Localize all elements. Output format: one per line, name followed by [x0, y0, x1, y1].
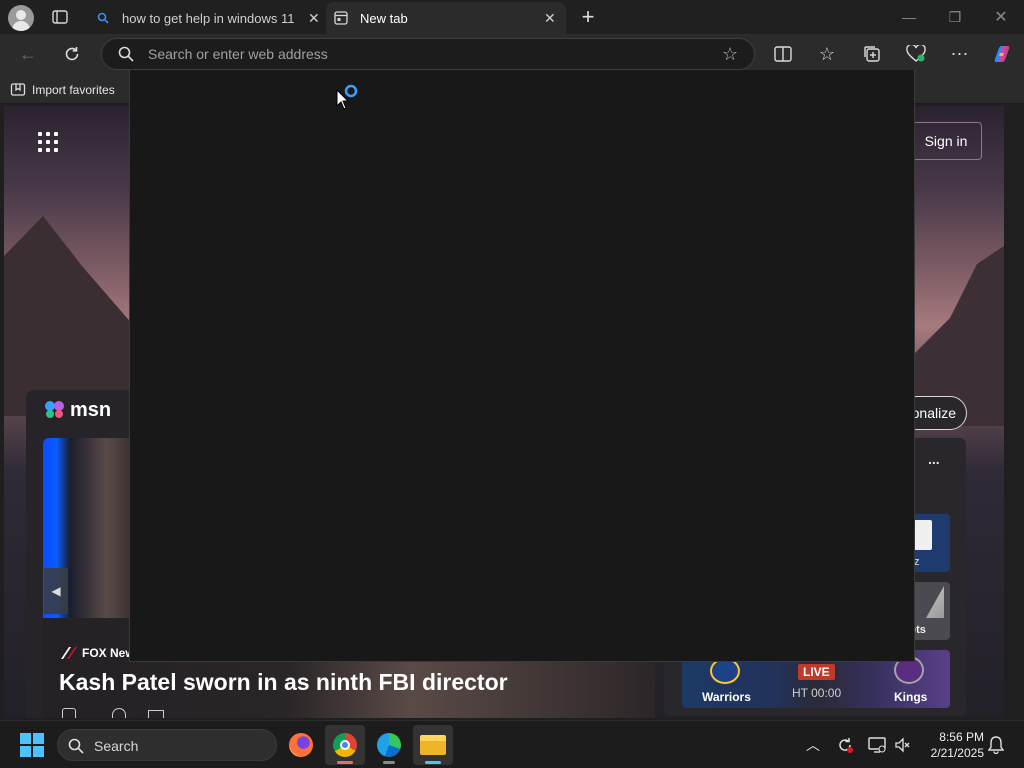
- import-favorites-label: Import favorites: [32, 83, 115, 97]
- msn-logo-text: msn: [70, 398, 112, 421]
- fox-news-logo-icon: [60, 646, 78, 660]
- clock-time: 8:56 PM: [939, 730, 984, 744]
- tab-label: how to get help in windows 11 -: [122, 10, 298, 26]
- comment-icon[interactable]: [112, 708, 126, 718]
- minimize-button[interactable]: —: [886, 0, 932, 34]
- headline-title[interactable]: Kash Patel sworn in as ninth FBI directo…: [59, 669, 508, 696]
- tab-help-windows[interactable]: how to get help in windows 11 - ✕: [86, 2, 324, 34]
- close-window-button[interactable]: ✕: [978, 0, 1024, 34]
- browser-essentials-icon[interactable]: [900, 38, 932, 70]
- taskbar-search-label: Search: [94, 738, 139, 754]
- tab-label: New tab: [360, 10, 408, 26]
- system-clock[interactable]: 8:56 PM 2/21/2025: [918, 729, 984, 761]
- search-icon: [118, 46, 134, 67]
- bing-search-icon: [96, 11, 110, 25]
- import-favorites-button[interactable]: Import favorites: [10, 80, 115, 100]
- favorite-star-icon[interactable]: ☆: [722, 44, 738, 65]
- tab-actions-icon[interactable]: [48, 7, 72, 27]
- address-suggestions-dropdown: [129, 70, 915, 662]
- taskbar-edge[interactable]: [369, 725, 409, 765]
- split-screen-icon[interactable]: [767, 38, 799, 70]
- share-icon[interactable]: [148, 710, 164, 718]
- collections-icon[interactable]: [856, 38, 888, 70]
- windows-taskbar: Search ︿ 8:56 PM 2/21/2025: [0, 720, 1024, 768]
- news-source: FOX New: [60, 646, 135, 660]
- volume-muted-icon[interactable]: [887, 729, 919, 761]
- sign-in-button[interactable]: Sign in: [910, 122, 982, 160]
- firefox-icon: [289, 733, 313, 757]
- close-tab-icon[interactable]: ✕: [544, 10, 556, 27]
- new-tab-plus-icon[interactable]: +: [576, 6, 600, 28]
- news-source-label: FOX New: [82, 646, 135, 660]
- import-favorites-icon: [10, 82, 26, 98]
- msn-butterfly-icon: [44, 399, 66, 421]
- sign-in-label: Sign in: [924, 133, 968, 149]
- back-arrow-icon[interactable]: ←: [12, 38, 44, 70]
- score-tile-1[interactable]: z: [910, 514, 950, 572]
- widget-more-button[interactable]: ...: [928, 451, 940, 467]
- taskbar-firefox[interactable]: [281, 725, 321, 765]
- address-input[interactable]: [148, 44, 708, 64]
- carousel-prev-button[interactable]: ◀: [44, 568, 68, 614]
- show-hidden-icons-chevron-icon[interactable]: ︿: [797, 729, 829, 761]
- new-tab-page-icon: [334, 11, 348, 25]
- sync-status-icon[interactable]: [829, 729, 861, 761]
- notifications-bell-icon[interactable]: [980, 729, 1012, 761]
- live-badge: LIVE: [798, 664, 835, 680]
- team-logo-icon: [914, 520, 932, 550]
- browser-toolbar: ← ☆ ☆ ⋯: [0, 34, 1024, 74]
- team-home-label: Warriors: [702, 690, 751, 704]
- copilot-icon[interactable]: [986, 38, 1018, 70]
- team-away-label: Kings: [894, 690, 928, 704]
- more-options-icon[interactable]: ⋯: [944, 38, 976, 70]
- taskbar-search-box[interactable]: Search: [57, 729, 277, 761]
- tab-new-tab[interactable]: New tab ✕: [326, 2, 566, 34]
- close-tab-icon[interactable]: ✕: [308, 10, 320, 27]
- personalize-label: onalize: [911, 405, 956, 421]
- address-bar[interactable]: ☆: [101, 38, 755, 70]
- msn-logo: msn: [44, 396, 111, 424]
- restore-button[interactable]: ❐: [932, 0, 978, 34]
- profile-avatar[interactable]: [8, 5, 34, 31]
- windows-logo-icon: [20, 733, 31, 744]
- like-icon[interactable]: [62, 708, 76, 718]
- busy-cursor-icon: [336, 84, 362, 110]
- chrome-icon: [333, 733, 357, 757]
- favorites-icon[interactable]: ☆: [811, 38, 843, 70]
- taskbar-chrome[interactable]: [325, 725, 365, 765]
- browser-title-bar: how to get help in windows 11 - ✕ New ta…: [0, 0, 1024, 34]
- edge-icon: [377, 733, 401, 757]
- score-tile-2[interactable]: ets: [910, 582, 950, 640]
- background-mountain-left: [4, 216, 134, 416]
- app-launcher-icon[interactable]: [38, 132, 58, 152]
- search-icon: [68, 738, 84, 759]
- game-time-label: HT 00:00: [792, 686, 842, 700]
- taskbar-file-explorer[interactable]: [413, 725, 453, 765]
- folder-icon: [420, 735, 446, 755]
- clock-date: 2/21/2025: [930, 746, 984, 760]
- team-logo-icon: [926, 586, 944, 618]
- start-button[interactable]: [20, 733, 44, 757]
- refresh-icon[interactable]: [56, 38, 88, 70]
